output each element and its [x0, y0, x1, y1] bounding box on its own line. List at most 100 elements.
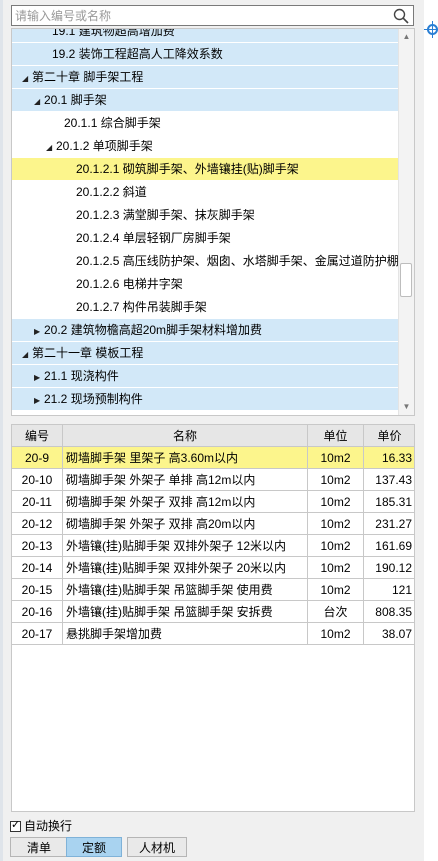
- auto-wrap-checkbox[interactable]: [10, 818, 21, 832]
- tree-row-label: 20.2 建筑物檐高超20m脚手架材料增加费: [44, 323, 263, 337]
- cell-unit: 10m2: [307, 578, 364, 601]
- cell-code: 20-13: [12, 534, 63, 557]
- table-header: 编号 名称 单位 单价: [12, 425, 414, 447]
- cell-price: 16.33: [363, 446, 414, 469]
- tab-dinge[interactable]: 定额: [66, 837, 122, 857]
- cell-code: 20-12: [12, 512, 63, 535]
- tree-row[interactable]: ◢ 第二十一章 模板工程: [12, 342, 399, 365]
- cell-code: 20-11: [12, 490, 63, 513]
- left-edge: [0, 0, 3, 861]
- cell-price: 190.12: [363, 556, 414, 579]
- tab-rencaiji[interactable]: 人材机: [127, 837, 187, 857]
- tree-row[interactable]: ◢ 20.1 脚手架: [12, 89, 399, 112]
- tree-row[interactable]: ▶ 20.2 建筑物檐高超20m脚手架材料增加费: [12, 319, 399, 342]
- scroll-down-icon[interactable]: ▼: [399, 399, 414, 415]
- cell-unit: 台次: [307, 600, 364, 623]
- expanded-arrow-icon[interactable]: ◢: [22, 67, 32, 88]
- cell-price: 808.35: [363, 600, 414, 623]
- table-row[interactable]: 20-14 外墙镶(挂)贴脚手架 双排外架子 20米以内 10m2 190.12: [12, 556, 414, 579]
- side-strip: [424, 0, 438, 861]
- crosshair-icon[interactable]: [424, 21, 438, 38]
- tree-row-label: 20.1.2.1 砌筑脚手架、外墙镶挂(贴)脚手架: [76, 162, 299, 176]
- chapter-tree[interactable]: 19.1 建筑物超高增加费 19.2 装饰工程超高人工降效系数 ◢ 第二十章 脚手架工…: [11, 28, 415, 416]
- table-row[interactable]: 20-13 外墙镶(挂)贴脚手架 双排外架子 12米以内 10m2 161.69: [12, 534, 414, 557]
- table-row[interactable]: 20-16 外墙镶(挂)贴脚手架 吊篮脚手架 安拆费 台次 808.35: [12, 600, 414, 623]
- expanded-arrow-icon[interactable]: ◢: [22, 343, 32, 364]
- cell-name: 外墙镶(挂)贴脚手架 双排外架子 12米以内: [62, 534, 308, 557]
- cell-price: 121: [363, 578, 414, 601]
- cell-name: 外墙镶(挂)贴脚手架 吊篮脚手架 安拆费: [62, 600, 308, 623]
- tree-row-label: 第二十一章 模板工程: [32, 346, 144, 360]
- auto-wrap-option[interactable]: 自动换行: [10, 818, 72, 834]
- cell-price: 38.07: [363, 622, 414, 645]
- cell-code: 20-9: [12, 446, 63, 469]
- header-name[interactable]: 名称: [62, 425, 308, 447]
- cell-name: 外墙镶(挂)贴脚手架 双排外架子 20米以内: [62, 556, 308, 579]
- table-row[interactable]: 20-17 悬挑脚手架增加费 10m2 38.07: [12, 622, 414, 645]
- tree-row[interactable]: 20.1.2.1 砌筑脚手架、外墙镶挂(贴)脚手架: [12, 158, 399, 181]
- cell-code: 20-15: [12, 578, 63, 601]
- scroll-up-icon[interactable]: ▲: [399, 29, 414, 45]
- tree-row[interactable]: ◢ 20.1.2 单项脚手架: [12, 135, 399, 158]
- header-code[interactable]: 编号: [12, 425, 63, 447]
- tree-row[interactable]: 20.1.2.2 斜道: [12, 181, 399, 204]
- auto-wrap-label: 自动换行: [24, 819, 73, 833]
- cell-unit: 10m2: [307, 490, 364, 513]
- tree-row[interactable]: 19.2 装饰工程超高人工降效系数: [12, 43, 399, 66]
- header-unit[interactable]: 单位: [307, 425, 364, 447]
- cell-name: 砌墙脚手架 外架子 双排 高20m以内: [62, 512, 308, 535]
- tree-scrollbar[interactable]: ▲ ▼: [398, 29, 414, 415]
- cell-unit: 10m2: [307, 556, 364, 579]
- expanded-arrow-icon[interactable]: ◢: [46, 136, 56, 157]
- scroll-thumb[interactable]: [400, 263, 412, 297]
- tree-row[interactable]: 19.1 建筑物超高增加费: [12, 29, 399, 43]
- tree-row-label: 20.1.1 综合脚手架: [64, 116, 161, 130]
- tree-row-label: 20.1.2.4 单层轻钢厂房脚手架: [76, 231, 231, 245]
- cell-name: 砌墙脚手架 里架子 高3.60m以内: [62, 446, 308, 469]
- tree-row[interactable]: 20.1.2.6 电梯井字架: [12, 273, 399, 296]
- cell-name: 悬挑脚手架增加费: [62, 622, 308, 645]
- tree-row-label: 20.1.2 单项脚手架: [56, 139, 153, 153]
- search-input[interactable]: [15, 7, 385, 24]
- tree-row-label: 20.1.2.2 斜道: [76, 185, 147, 199]
- expanded-arrow-icon[interactable]: ◢: [34, 90, 44, 111]
- quota-panel: 19.1 建筑物超高增加费19.2 装饰工程超高人工降效系数◢第二十章 脚手架工…: [0, 0, 424, 861]
- cell-code: 20-14: [12, 556, 63, 579]
- collapsed-arrow-icon[interactable]: ▶: [34, 320, 44, 341]
- collapsed-arrow-icon[interactable]: ▶: [34, 389, 44, 410]
- header-price[interactable]: 单价: [363, 425, 414, 447]
- tree-row-label: 21.2 现场预制构件: [44, 392, 143, 406]
- tree-row-label: 19.2 装饰工程超高人工降效系数: [52, 47, 223, 61]
- tree-row[interactable]: ▶ 21.2 现场预制构件: [12, 388, 399, 411]
- tab-qingdan[interactable]: 清单: [10, 837, 68, 857]
- tree-row[interactable]: 20.1.2.7 构件吊装脚手架: [12, 296, 399, 319]
- tree-row[interactable]: ▶ 21.1 现浇构件: [12, 365, 399, 388]
- table-row[interactable]: 20-11 砌墙脚手架 外架子 双排 高12m以内 10m2 185.31: [12, 490, 414, 513]
- table-row[interactable]: 20-15 外墙镶(挂)贴脚手架 吊篮脚手架 使用费 10m2 121: [12, 578, 414, 601]
- tree-row-label: 20.1.2.7 构件吊装脚手架: [76, 300, 207, 314]
- tree-row-label: 第二十章 脚手架工程: [32, 70, 144, 84]
- cell-unit: 10m2: [307, 534, 364, 557]
- cell-unit: 10m2: [307, 468, 364, 491]
- search-icon[interactable]: [393, 8, 409, 24]
- table-row[interactable]: 20-12 砌墙脚手架 外架子 双排 高20m以内 10m2 231.27: [12, 512, 414, 535]
- tree-row[interactable]: 20.1.2.4 单层轻钢厂房脚手架: [12, 227, 399, 250]
- collapsed-arrow-icon[interactable]: ▶: [34, 366, 44, 387]
- table-row[interactable]: 20-10 砌墙脚手架 外架子 单排 高12m以内 10m2 137.43: [12, 468, 414, 491]
- search-box[interactable]: [11, 5, 414, 26]
- tree-row[interactable]: ◢ 第二十章 脚手架工程: [12, 66, 399, 89]
- cell-unit: 10m2: [307, 446, 364, 469]
- tree-row-label: 21.1 现浇构件: [44, 369, 119, 383]
- cell-name: 砌墙脚手架 外架子 单排 高12m以内: [62, 468, 308, 491]
- tree-row[interactable]: 20.1.2.5 高压线防护架、烟囱、水塔脚手架、金属过道防护棚: [12, 250, 399, 273]
- cell-price: 231.27: [363, 512, 414, 535]
- tree-row[interactable]: 20.1.2.3 满堂脚手架、抹灰脚手架: [12, 204, 399, 227]
- cell-price: 185.31: [363, 490, 414, 513]
- cell-unit: 10m2: [307, 622, 364, 645]
- cell-price: 161.69: [363, 534, 414, 557]
- tree-row-label: 20.1 脚手架: [44, 93, 107, 107]
- table-row[interactable]: 20-9 砌墙脚手架 里架子 高3.60m以内 10m2 16.33: [12, 446, 414, 469]
- tree-row-label: 20.1.2.6 电梯井字架: [76, 277, 183, 291]
- tree-row[interactable]: 20.1.1 综合脚手架: [12, 112, 399, 135]
- cell-code: 20-16: [12, 600, 63, 623]
